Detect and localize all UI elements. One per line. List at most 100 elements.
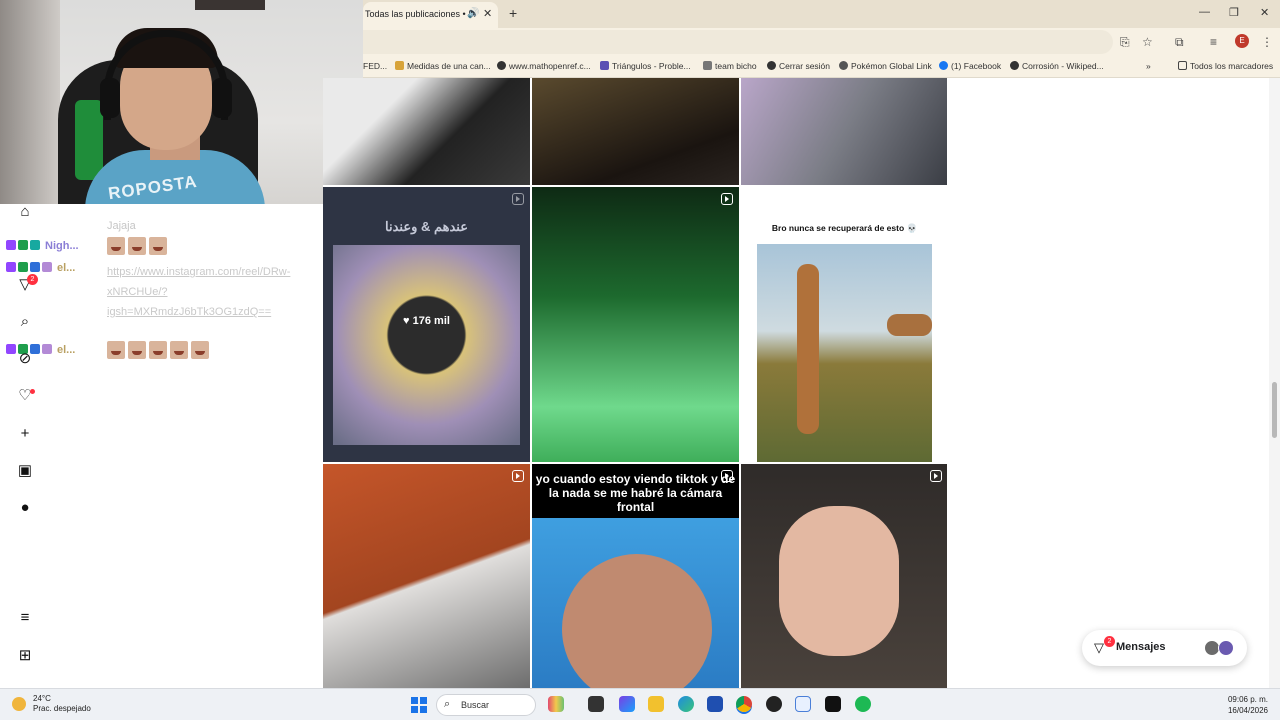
kebab-menu-icon[interactable]: ⋮ (1261, 35, 1273, 49)
browser-toolbar: ⎘ ☆ ⧉ ≡ E ⋮ (363, 28, 1280, 56)
bookmark-item[interactable]: FED... (363, 61, 387, 71)
scrollbar-thumb[interactable] (1272, 382, 1277, 438)
chat-username[interactable]: Nigh... (45, 240, 79, 252)
badge-icon (30, 240, 40, 250)
bookmark-item[interactable]: team bicho (703, 61, 757, 71)
obs-icon[interactable] (766, 696, 782, 712)
close-tab-icon[interactable]: ✕ (483, 7, 492, 20)
taskbar-search[interactable]: ⌕ Buscar (436, 694, 536, 716)
reel-icon (512, 470, 524, 482)
laughing-emote-icon (107, 341, 125, 359)
terminal-icon[interactable] (588, 696, 604, 712)
bookmark-star-icon[interactable]: ☆ (1142, 35, 1153, 49)
folder-icon (1178, 61, 1187, 70)
post-thumbnail[interactable] (532, 187, 739, 462)
speaker-icon[interactable]: 🔊 (467, 8, 479, 19)
bookmark-item[interactable]: Pokémon Global Link (839, 61, 932, 71)
chat-message: Jajaja (107, 220, 136, 232)
window-close-icon[interactable]: ✕ (1260, 6, 1269, 19)
post-thumbnail[interactable] (741, 78, 947, 185)
widget-flowers-icon[interactable] (548, 696, 564, 712)
weather-widget[interactable]: 24°C Prac. despejado (33, 694, 91, 714)
reel-icon (721, 470, 733, 482)
file-explorer-icon[interactable] (648, 696, 664, 712)
messenger-icon: ▽ (1094, 640, 1104, 655)
stream-chat-overlay: Jajaja Nigh... el... https://www.instagr… (0, 204, 323, 359)
weather-icon[interactable] (12, 697, 26, 711)
post-thumbnail[interactable] (532, 78, 739, 185)
extensions-icon[interactable]: ⧉ (1175, 35, 1184, 50)
capcut-icon[interactable] (825, 696, 841, 712)
bookmarks-bar: FED... Medidas de una can... www.mathope… (363, 56, 1280, 78)
minimize-icon[interactable]: — (1199, 6, 1210, 18)
globe-icon (497, 61, 506, 70)
bookmark-item[interactable]: Cerrar sesión (767, 61, 830, 71)
post-thumbnail[interactable] (323, 78, 530, 185)
laughing-emote-icon (191, 341, 209, 359)
profile-avatar[interactable]: E (1235, 34, 1249, 48)
posts-grid: عندهم & وعندنا ♥ 176 mil Bro nunca se re… (323, 78, 947, 688)
heart-icon: ♥ (403, 315, 413, 327)
more-menu-icon[interactable]: ≡ (16, 609, 34, 627)
messages-button[interactable]: ▽ 2 Mensajes (1082, 630, 1247, 666)
globe-icon (767, 61, 776, 70)
address-bar[interactable] (363, 30, 1113, 54)
post-caption: عندهم & وعندنا (385, 219, 468, 234)
browser-tab[interactable]: Todas las publicaciones • In 🔊 ✕ (363, 2, 498, 28)
home-icon[interactable]: ⌂ (16, 203, 34, 221)
profile-avatar-icon[interactable]: ● (16, 499, 34, 517)
emote-row (107, 237, 170, 255)
facebook-icon (939, 61, 948, 70)
badge-icon (18, 240, 28, 250)
bookmark-item[interactable]: (1) Facebook (939, 61, 1001, 71)
app-icon[interactable] (795, 696, 811, 712)
chat-link[interactable]: https://www.instagram.com/reel/DRw-xNRCH… (107, 262, 297, 322)
page-scrollbar[interactable] (1269, 78, 1280, 688)
post-thumbnail[interactable]: yo cuando estoy viendo tiktok y de la na… (532, 464, 739, 688)
post-image (757, 244, 932, 462)
twitch-badge-icon (6, 262, 16, 272)
reel-icon (512, 193, 524, 205)
bookmark-item[interactable]: Corrosión - Wikiped... (1010, 61, 1104, 71)
new-tab-icon[interactable]: + (509, 5, 517, 21)
post-thumbnail[interactable] (741, 464, 947, 688)
chrome-icon[interactable] (736, 696, 752, 712)
system-clock[interactable]: 09:06 p. m. 16/04/2026 (1228, 694, 1268, 716)
gift-badge-icon (42, 262, 52, 272)
spotify-icon[interactable] (855, 696, 871, 712)
all-bookmarks[interactable]: Todos los marcadores (1178, 61, 1273, 71)
create-icon[interactable]: + (16, 425, 34, 443)
store-icon[interactable] (707, 696, 723, 712)
bookmarks-overflow-icon[interactable]: » (1146, 61, 1151, 71)
browser-tab-bar: Todas las publicaciones • In 🔊 ✕ + — ❐ ✕ (363, 0, 1280, 28)
also-from-meta-icon[interactable]: ⊞ (16, 647, 34, 665)
edge-icon[interactable] (678, 696, 694, 712)
search-icon[interactable]: ⌕ (16, 313, 34, 331)
maximize-icon[interactable]: ❐ (1229, 6, 1239, 19)
post-caption: yo cuando estoy viendo tiktok y de la na… (535, 472, 736, 514)
giraffe-head-shape (887, 314, 932, 336)
install-app-icon[interactable]: ⎘ (1120, 35, 1130, 50)
webcam-overlay: ROPOSTA (0, 0, 363, 204)
windows-start-icon[interactable] (411, 697, 427, 713)
bookmark-item[interactable]: Triángulos - Proble... (600, 61, 691, 71)
face-shape (562, 554, 712, 688)
app-icon[interactable] (619, 696, 635, 712)
chat-username[interactable]: el... (57, 262, 75, 274)
media-controls-icon[interactable]: ≡ (1210, 35, 1217, 49)
post-thumbnail[interactable] (323, 464, 530, 688)
explore-icon[interactable]: ⊘ (16, 350, 34, 368)
chat-username[interactable]: el... (57, 344, 75, 356)
post-caption: Bro nunca se recuperará de esto 💀 (771, 223, 918, 233)
bookmark-item[interactable]: Medidas de una can... (395, 61, 491, 71)
post-thumbnail[interactable]: Bro nunca se recuperará de esto 💀 (741, 187, 947, 462)
bookmark-item[interactable]: www.mathopenref.c... (497, 61, 591, 71)
dashboard-icon[interactable]: ▣ (16, 462, 34, 480)
laughing-emote-icon (149, 341, 167, 359)
badge-icon (18, 262, 28, 272)
globe-icon (1010, 61, 1019, 70)
bookmark-icon (703, 61, 712, 70)
giraffe-shape (797, 264, 819, 434)
post-thumbnail[interactable]: عندهم & وعندنا ♥ 176 mil (323, 187, 530, 462)
badge-icon (30, 262, 40, 272)
